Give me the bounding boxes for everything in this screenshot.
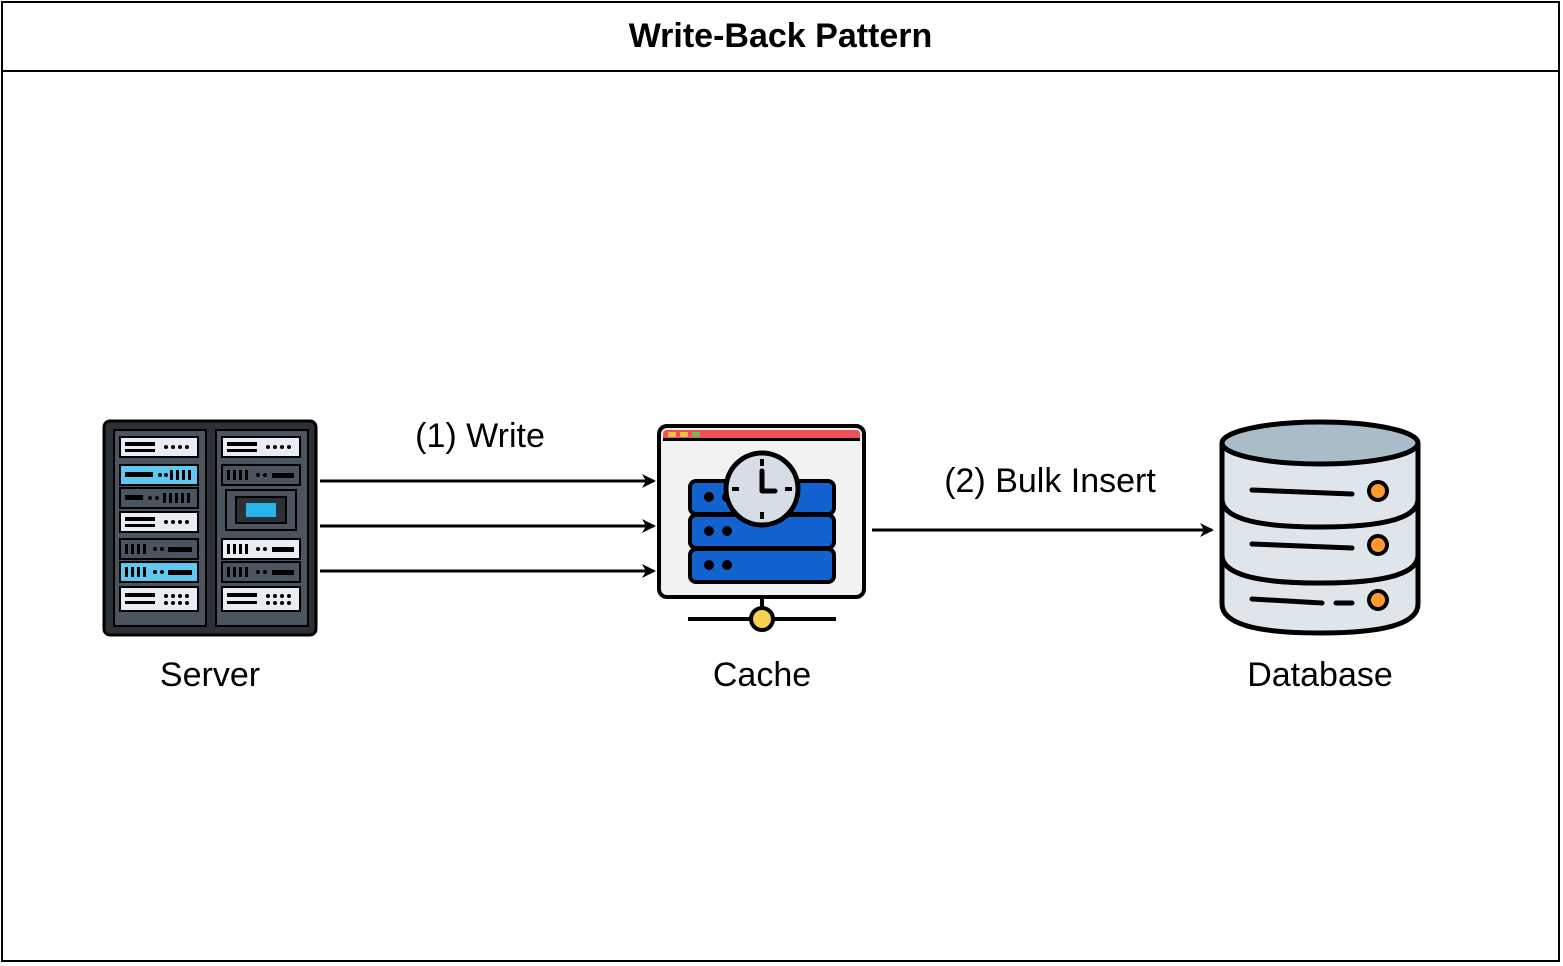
database-cylinder-icon: [1219, 419, 1421, 636]
server-rack-icon: [102, 419, 318, 637]
diagram-canvas: (1) Write (2) Bulk Insert Server Cache D…: [102, 417, 1421, 694]
bulk-insert-edge-label: (2) Bulk Insert: [944, 462, 1156, 500]
write-edge-label: (1) Write: [415, 417, 545, 455]
write-arrows: [320, 474, 656, 578]
database-label: Database: [1247, 656, 1393, 694]
server-label: Server: [160, 656, 260, 694]
cache-server-clock-icon: [657, 424, 866, 632]
cache-label: Cache: [713, 656, 811, 694]
